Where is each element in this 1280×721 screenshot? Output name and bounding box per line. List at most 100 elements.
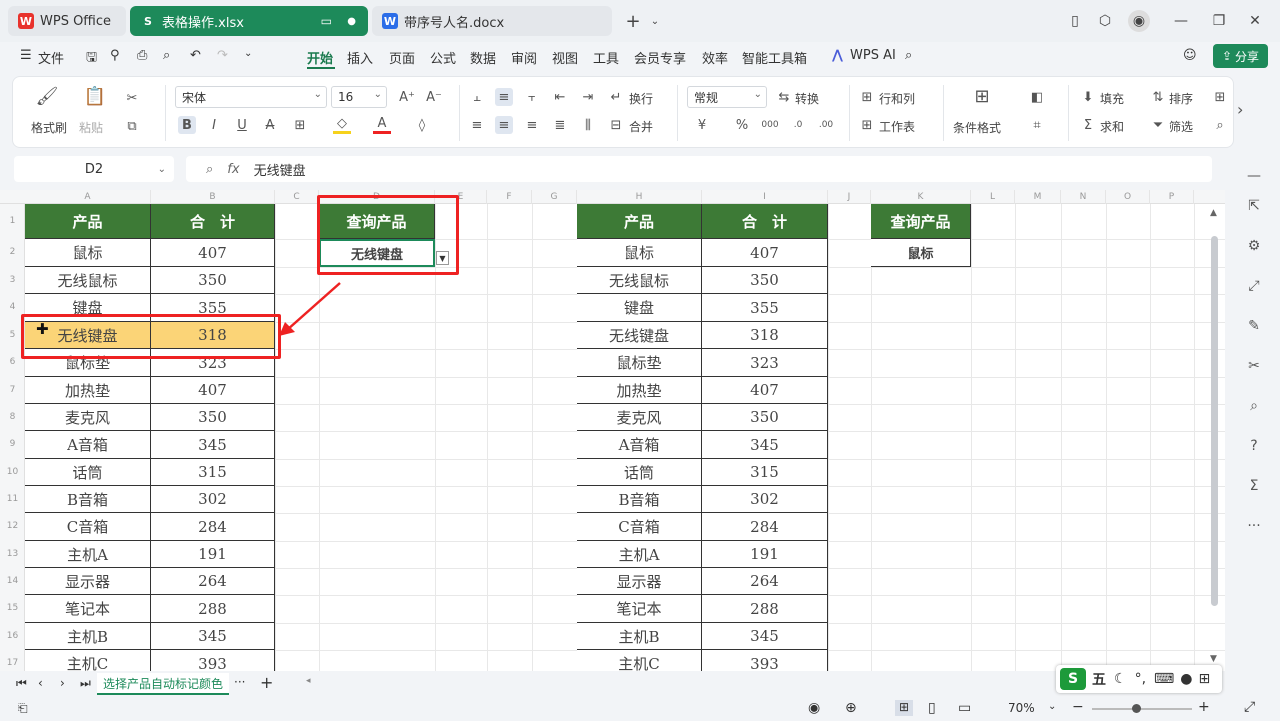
product-cell[interactable]: 鼠标 — [25, 239, 151, 267]
share-link-icon[interactable]: ⚲ — [110, 48, 120, 63]
paste-icon[interactable]: 📋 — [84, 86, 106, 107]
fill-icon[interactable]: ⬇ — [1079, 88, 1097, 106]
zoom-in-icon[interactable]: + — [1198, 699, 1210, 715]
first-sheet-icon[interactable]: ⏮ — [16, 676, 27, 691]
total-cell[interactable]: 350 — [702, 404, 828, 431]
more-sheets-icon[interactable]: ··· — [234, 675, 245, 689]
chevron-down-icon[interactable]: ⌄ — [244, 48, 252, 59]
undo-icon[interactable]: ↶ — [190, 48, 201, 63]
product-cell[interactable]: 笔记本 — [577, 595, 702, 623]
row-header-11[interactable]: 11 — [0, 494, 25, 504]
vertical-scrollbar[interactable] — [1211, 236, 1218, 606]
unsaved-dot-icon[interactable]: ● — [347, 16, 356, 27]
name-box[interactable]: D2 ⌄ — [14, 156, 174, 182]
formula-icon[interactable]: Σ — [1244, 476, 1264, 496]
total-cell[interactable]: 345 — [151, 431, 275, 459]
row-header-1[interactable]: 1 — [0, 216, 25, 226]
print-icon[interactable]: ⎙ — [137, 48, 147, 63]
filter-icon[interactable]: ⏷ — [1149, 116, 1167, 134]
fullscreen-icon[interactable]: ⤢ — [1244, 699, 1255, 715]
font-size-select[interactable]: 16 ⌄ — [331, 86, 387, 108]
cloud-sync-icon[interactable]: ▭ — [321, 14, 332, 28]
product-cell[interactable]: 键盘 — [577, 294, 702, 322]
worksheet-icon[interactable]: ⊞ — [858, 116, 876, 134]
product-cell[interactable]: B音箱 — [25, 486, 151, 513]
row-col-icon[interactable]: ⊞ — [858, 88, 876, 106]
column-header-H[interactable]: H — [577, 190, 702, 204]
select-cursor-icon[interactable]: ⇱ — [1244, 196, 1264, 216]
row-header-10[interactable]: 10 — [0, 467, 25, 477]
chevron-down-icon[interactable]: ⌄ — [644, 10, 666, 32]
redo-icon[interactable]: ↷ — [217, 48, 228, 63]
product-cell[interactable]: 无线鼠标 — [577, 267, 702, 294]
tab-spreadsheet[interactable]: S 表格操作.xlsx ▭ ● — [130, 6, 368, 36]
column-header-M[interactable]: M — [1015, 190, 1061, 204]
indent-increase-icon[interactable]: ⇥ — [579, 88, 597, 106]
total-cell[interactable]: 393 — [702, 650, 828, 671]
ime-mode[interactable]: 五 — [1092, 669, 1106, 689]
product-cell[interactable]: 无线键盘 — [577, 322, 702, 349]
zoom-slider[interactable] — [1092, 708, 1192, 710]
convert-button[interactable]: 转换 — [795, 90, 819, 107]
product-cell[interactable]: 无线鼠标 — [25, 267, 151, 294]
align-center-icon[interactable]: ≡ — [495, 116, 513, 134]
query-header-cell[interactable]: 查询产品 — [871, 204, 971, 239]
menu-smart-toolbox[interactable]: 智能工具箱 — [742, 48, 807, 67]
row-header-16[interactable]: 16 — [0, 631, 25, 641]
increase-font-icon[interactable]: A⁺ — [398, 88, 416, 106]
align-bottom-icon[interactable]: ⫟ — [523, 88, 541, 106]
total-cell[interactable]: 315 — [702, 459, 828, 486]
menu-wps-ai[interactable]: WPS AI — [850, 48, 896, 63]
product-cell[interactable]: B音箱 — [577, 486, 702, 513]
tab-wps-office[interactable]: W WPS Office — [8, 6, 126, 36]
zoom-level[interactable]: 70% — [1008, 701, 1035, 715]
row-header-2[interactable]: 2 — [0, 247, 25, 257]
header-cell[interactable]: 合 计 — [151, 204, 275, 239]
menu-formula[interactable]: 公式 — [430, 48, 456, 67]
cursor-icon[interactable]: ⊕ — [845, 700, 857, 716]
column-header-J[interactable]: J — [828, 190, 871, 204]
column-header-L[interactable]: L — [971, 190, 1015, 204]
total-cell[interactable]: 191 — [702, 541, 828, 568]
merge-button[interactable]: 合并 — [629, 118, 653, 135]
save-icon[interactable]: 🖫 — [86, 48, 97, 70]
column-header-K[interactable]: K — [871, 190, 971, 204]
cell-style-icon[interactable]: ◧ — [1028, 88, 1046, 106]
total-cell[interactable]: 350 — [151, 267, 275, 294]
style-icon[interactable]: ✎ — [1244, 316, 1264, 336]
product-cell[interactable]: 鼠标 — [577, 239, 702, 267]
total-cell[interactable]: 407 — [702, 377, 828, 404]
chevron-down-icon[interactable]: ⌄ — [1048, 701, 1056, 712]
underline-icon[interactable]: U — [233, 116, 251, 134]
strikethrough-icon[interactable]: A — [261, 116, 279, 134]
decrease-decimal-icon[interactable]: .00 — [817, 116, 835, 134]
sort-button[interactable]: 排序 — [1169, 90, 1193, 107]
keyboard-icon[interactable]: ⌨ — [1154, 671, 1174, 687]
fill-button[interactable]: 填充 — [1100, 90, 1124, 107]
product-cell[interactable]: C音箱 — [577, 513, 702, 541]
product-cell[interactable]: 话筒 — [25, 459, 151, 486]
sogou-logo-icon[interactable]: S — [1060, 668, 1086, 690]
spreadsheet-grid[interactable]: ABCDEFGHIJKLMNOP 1 2 3 4 5 6 7 8 9 10 11 12 13 14 15 16… — [0, 190, 1225, 671]
header-cell[interactable]: 产品 — [25, 204, 151, 239]
fx-icon[interactable]: fx — [227, 162, 239, 177]
product-cell[interactable]: 笔记本 — [25, 595, 151, 623]
row-col-button[interactable]: 行和列 — [879, 90, 915, 107]
punctuation-icon[interactable]: °, — [1135, 671, 1146, 687]
last-sheet-icon[interactable]: ⏭ — [80, 676, 91, 691]
zoom-slider-thumb[interactable] — [1132, 704, 1141, 713]
product-cell[interactable]: A音箱 — [25, 431, 151, 459]
product-cell[interactable]: 主机C — [25, 650, 151, 671]
prev-sheet-icon[interactable]: ‹ — [38, 676, 43, 690]
sum-icon[interactable]: Σ — [1079, 116, 1097, 134]
panel-layout-icon[interactable]: ▯ — [1064, 10, 1086, 32]
product-cell[interactable]: 主机B — [577, 623, 702, 650]
row-header-3[interactable]: 3 — [0, 275, 25, 285]
formula-input[interactable]: 无线键盘 — [254, 160, 306, 179]
product-cell[interactable]: C音箱 — [25, 513, 151, 541]
menu-page[interactable]: 页面 — [389, 48, 415, 67]
total-cell[interactable]: 355 — [702, 294, 828, 322]
total-cell[interactable]: 315 — [151, 459, 275, 486]
tools-icon[interactable]: ✂ — [1244, 356, 1264, 376]
share-button[interactable]: ⇪ 分享 — [1213, 44, 1268, 68]
